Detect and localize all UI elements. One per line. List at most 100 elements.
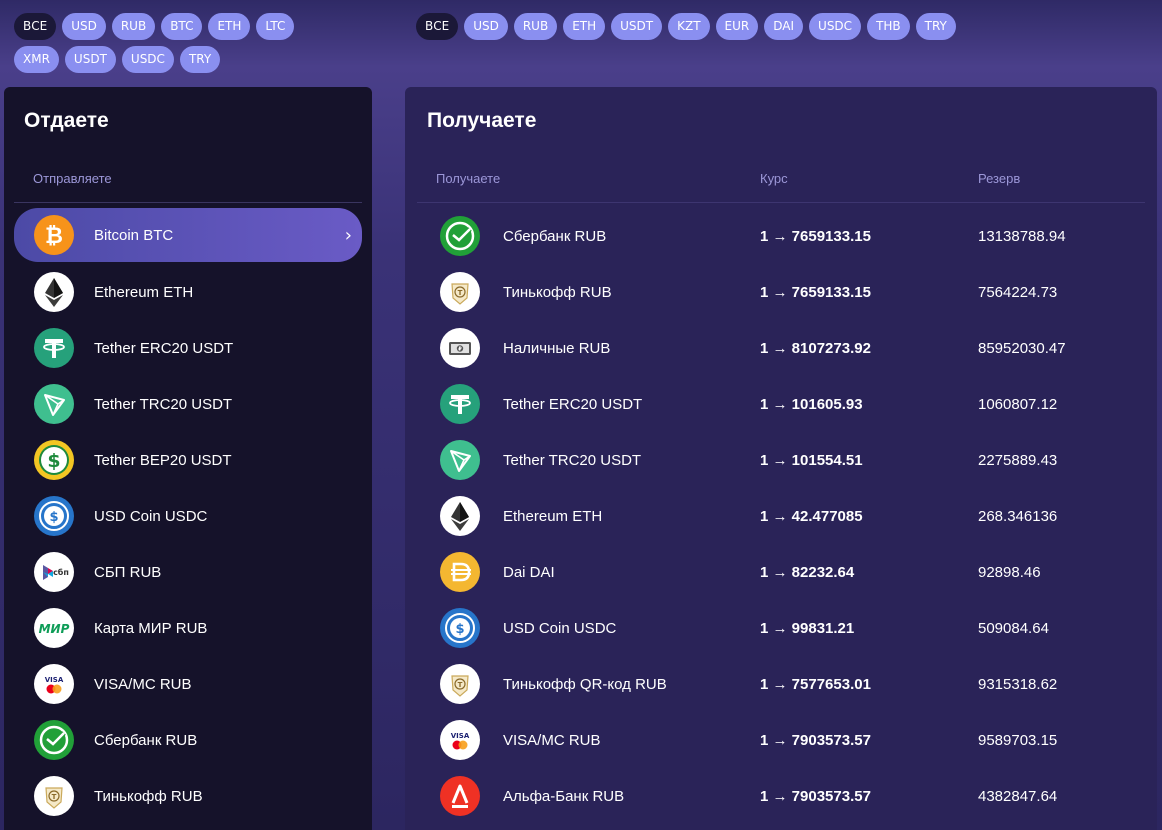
get-item-tron[interactable]: Tether TRC20 USDT 1 → 101554.51 2275889.43 <box>417 432 1145 488</box>
give-item-tinkoff[interactable]: T Тинькофф RUB <box>14 768 362 824</box>
get-filter-usd[interactable]: USD <box>464 13 508 40</box>
sberbank-icon <box>34 720 74 760</box>
get-filter-rub[interactable]: RUB <box>513 13 558 40</box>
give-filter-xmr[interactable]: XMR <box>14 46 59 73</box>
give-filter-usd[interactable]: USD <box>62 13 106 40</box>
ethereum-icon <box>34 272 74 312</box>
get-item-ethereum[interactable]: Ethereum ETH 1 → 42.477085 268.346136 <box>417 488 1145 544</box>
give-item-tether[interactable]: Tether ERC20 USDT <box>14 320 362 376</box>
give-item-ethereum[interactable]: Ethereum ETH <box>14 264 362 320</box>
give-item-label: Tether TRC20 USDT <box>94 395 233 413</box>
get-item-label: Dai DAI <box>503 563 555 581</box>
reserve-amount: 9589703.15 <box>978 731 1058 749</box>
get-filter-thb[interactable]: THB <box>867 13 910 40</box>
reserve-amount: 85952030.47 <box>978 339 1066 357</box>
give-item-usdc[interactable]: $ USD Coin USDC <box>14 488 362 544</box>
give-panel-title: Отдаете <box>24 109 109 132</box>
get-filter-dai[interactable]: DAI <box>764 13 804 40</box>
give-item-mir[interactable]: МИР Карта МИР RUB <box>14 600 362 656</box>
exchange-rate: 1 → 99831.21 <box>760 619 855 637</box>
get-item-visa-mc[interactable]: VISA VISA/MC RUB 1 → 7903573.57 9589703.15 <box>417 712 1145 768</box>
get-item-dai[interactable]: Dai DAI 1 → 82232.64 92898.46 <box>417 544 1145 600</box>
give-item-label: Bitcoin BTC <box>94 226 174 244</box>
give-item-dollar[interactable]: $ Tether BEP20 USDT <box>14 432 362 488</box>
svg-text:МИР: МИР <box>39 622 70 636</box>
exchange-rate: 1 → 7577653.01 <box>760 675 871 693</box>
get-item-tether[interactable]: Tether ERC20 USDT 1 → 101605.93 1060807.12 <box>417 376 1145 432</box>
get-item-alfabank[interactable]: Альфа-Банк RUB 1 → 7903573.57 4382847.64 <box>417 768 1145 824</box>
get-column-header-reserve: Резерв <box>978 171 1021 186</box>
tether-icon <box>440 384 480 424</box>
give-filter-try[interactable]: TRY <box>179 46 221 73</box>
give-item-label: Ethereum ETH <box>94 283 194 301</box>
give-filter-group: ВСЕ USD RUB BTC ETH LTC XMR USDT USDC TRY <box>14 13 344 73</box>
get-column-header-rate: Курс <box>760 171 788 186</box>
give-filter-все[interactable]: ВСЕ <box>14 13 57 40</box>
get-item-tinkoff[interactable]: T Тинькофф QR-код RUB 1 → 7577653.01 931531… <box>417 656 1145 712</box>
svg-text:VISA: VISA <box>451 732 470 740</box>
get-filter-eth[interactable]: ETH <box>563 13 606 40</box>
get-item-sberbank[interactable]: Сбербанк RUB 1 → 7659133.15 13138788.94 <box>417 208 1145 264</box>
get-item-label: Тинькофф QR-код RUB <box>503 675 667 693</box>
get-item-tinkoff[interactable]: T Тинькофф RUB 1 → 7659133.15 7564224.73 <box>417 264 1145 320</box>
get-item-label: Сбербанк RUB <box>503 227 607 245</box>
give-item-visa-mc[interactable]: VISA VISA/MC RUB <box>14 656 362 712</box>
give-filter-usdt[interactable]: USDT <box>64 46 116 73</box>
divider <box>14 202 362 203</box>
alfabank-icon <box>440 776 480 816</box>
exchange-rate: 1 → 42.477085 <box>760 507 863 525</box>
reserve-amount: 268.346136 <box>978 507 1058 525</box>
get-item-usdc[interactable]: $ USD Coin USDC 1 → 99831.21 509084.64 <box>417 600 1145 656</box>
get-item-label: Тинькофф RUB <box>503 283 612 301</box>
give-filter-eth[interactable]: ETH <box>208 13 251 40</box>
get-filter-try[interactable]: TRY <box>915 13 956 40</box>
get-item-cash[interactable]: ₽ Наличные RUB 1 → 8107273.92 85952030.47 <box>417 320 1145 376</box>
give-column-header: Отправляете <box>33 171 112 186</box>
svg-text:$: $ <box>455 622 464 637</box>
svg-text:сбп: сбп <box>53 567 69 577</box>
give-item-sbp[interactable]: сбп СБП RUB <box>14 544 362 600</box>
divider <box>417 202 1145 203</box>
get-currency-list: Сбербанк RUB 1 → 7659133.15 13138788.94 T Ти… <box>417 208 1145 824</box>
get-column-header-name: Получаете <box>436 171 501 186</box>
reserve-amount: 4382847.64 <box>978 787 1058 805</box>
give-filter-btc[interactable]: BTC <box>161 13 203 40</box>
get-filter-kzt[interactable]: KZT <box>668 13 710 40</box>
give-item-sberbank[interactable]: Сбербанк RUB <box>14 712 362 768</box>
svg-text:VISA: VISA <box>45 676 64 684</box>
svg-text:₿: ₿ <box>45 224 63 249</box>
give-filter-usdc[interactable]: USDC <box>121 46 174 73</box>
give-item-label: Сбербанк RUB <box>94 731 198 749</box>
sbp-icon: сбп <box>34 552 74 592</box>
get-item-label: Наличные RUB <box>503 339 611 357</box>
chevron-right-icon: › <box>344 224 352 246</box>
get-filter-eur[interactable]: EUR <box>715 13 759 40</box>
currency-filters: ВСЕ USD RUB BTC ETH LTC XMR USDT USDC TRY ВСЕ USD R… <box>0 0 1162 80</box>
sberbank-icon <box>440 216 480 256</box>
reserve-amount: 13138788.94 <box>978 227 1066 245</box>
visa-mc-icon: VISA <box>440 720 480 760</box>
exchange-rate: 1 → 101605.93 <box>760 395 863 413</box>
usdc-icon: $ <box>440 608 480 648</box>
give-item-label: VISA/MC RUB <box>94 675 192 693</box>
get-filter-usdc[interactable]: USDC <box>809 13 862 40</box>
svg-text:T: T <box>458 289 463 297</box>
get-filter-usdt[interactable]: USDT <box>611 13 663 40</box>
give-filter-rub[interactable]: RUB <box>111 13 156 40</box>
svg-text:T: T <box>458 681 463 689</box>
exchange-rate: 1 → 7659133.15 <box>760 227 871 245</box>
get-item-label: Альфа-Банк RUB <box>503 787 625 805</box>
get-filter-все[interactable]: ВСЕ <box>416 13 459 40</box>
tinkoff-icon: T <box>440 664 480 704</box>
dai-icon <box>440 552 480 592</box>
ethereum-icon <box>440 496 480 536</box>
give-filter-ltc[interactable]: LTC <box>256 13 295 40</box>
exchange-rate: 1 → 8107273.92 <box>760 339 871 357</box>
give-item-tron[interactable]: Tether TRC20 USDT <box>14 376 362 432</box>
exchange-rate: 1 → 7903573.57 <box>760 787 871 805</box>
svg-text:₽: ₽ <box>458 347 462 353</box>
give-item-bitcoin[interactable]: ₿ Bitcoin BTC › <box>14 208 362 262</box>
reserve-amount: 509084.64 <box>978 619 1049 637</box>
get-item-label: Ethereum ETH <box>503 507 603 525</box>
reserve-amount: 7564224.73 <box>978 283 1058 301</box>
